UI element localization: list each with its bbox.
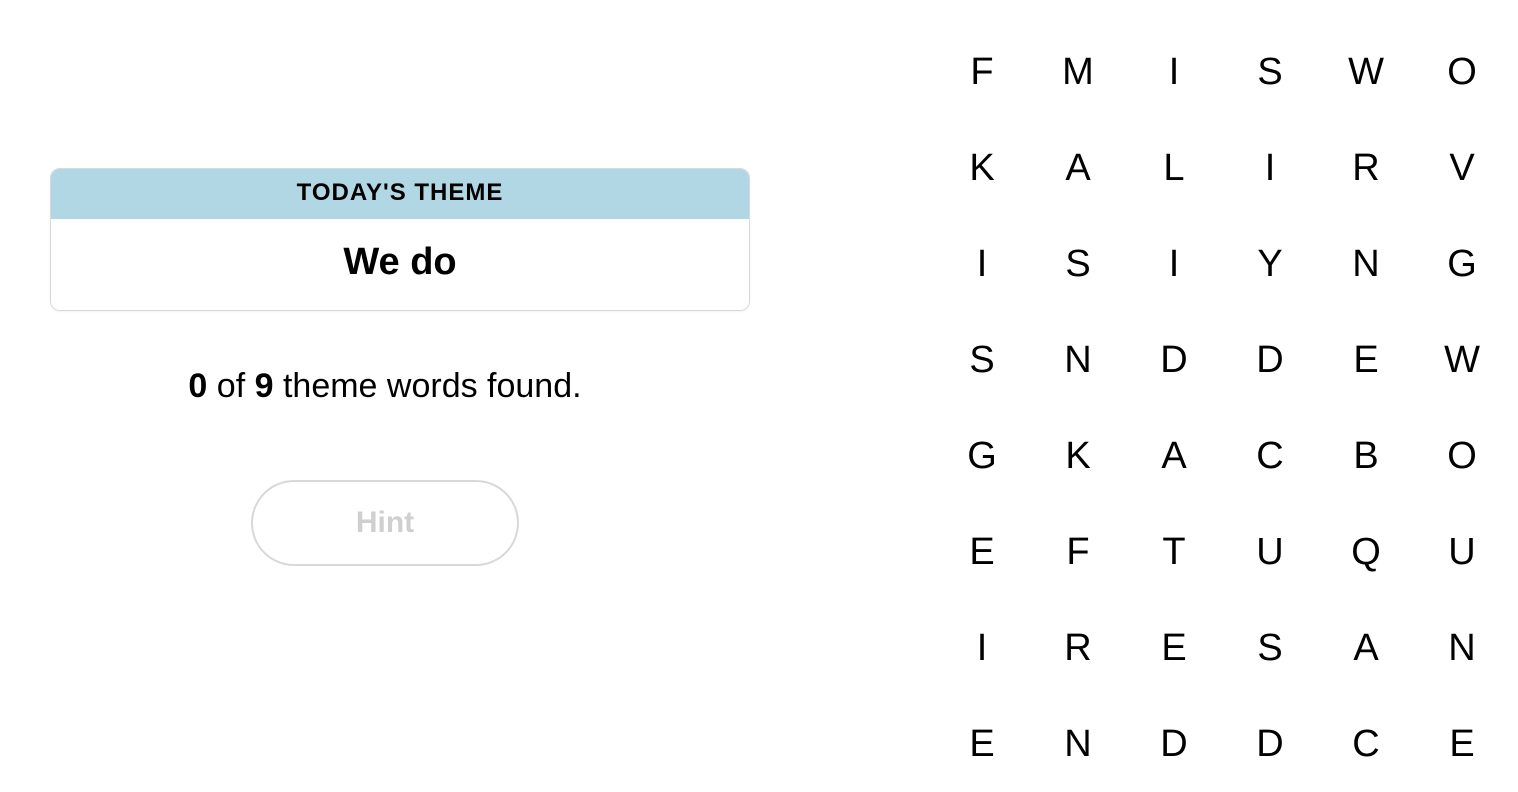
letter-cell[interactable]: E: [1414, 696, 1510, 792]
letter-cell[interactable]: Y: [1222, 216, 1318, 312]
letter-cell[interactable]: W: [1414, 312, 1510, 408]
letter-cell[interactable]: D: [1126, 696, 1222, 792]
letter-cell[interactable]: N: [1030, 696, 1126, 792]
letter-cell[interactable]: A: [1126, 408, 1222, 504]
letter-cell[interactable]: T: [1126, 504, 1222, 600]
letter-cell[interactable]: N: [1414, 600, 1510, 696]
letter-cell[interactable]: C: [1222, 408, 1318, 504]
letter-cell[interactable]: G: [1414, 216, 1510, 312]
letter-cell[interactable]: R: [1030, 600, 1126, 696]
letter-cell[interactable]: K: [1030, 408, 1126, 504]
letter-cell[interactable]: Q: [1318, 504, 1414, 600]
letter-cell[interactable]: G: [934, 408, 1030, 504]
letter-cell[interactable]: S: [1222, 24, 1318, 120]
progress-found: 0: [188, 367, 207, 405]
letter-cell[interactable]: A: [1318, 600, 1414, 696]
letter-cell[interactable]: N: [1318, 216, 1414, 312]
letter-cell[interactable]: S: [934, 312, 1030, 408]
theme-value: We do: [51, 219, 749, 310]
letter-cell[interactable]: I: [934, 216, 1030, 312]
letter-cell[interactable]: E: [1126, 600, 1222, 696]
letter-cell[interactable]: I: [1126, 24, 1222, 120]
progress-text: 0 of 9 theme words found.: [188, 367, 581, 406]
letter-cell[interactable]: O: [1414, 24, 1510, 120]
hint-button[interactable]: Hint: [251, 480, 519, 566]
letter-cell[interactable]: W: [1318, 24, 1414, 120]
letter-cell[interactable]: B: [1318, 408, 1414, 504]
letter-cell[interactable]: O: [1414, 408, 1510, 504]
letter-cell[interactable]: E: [934, 696, 1030, 792]
letter-cell[interactable]: F: [934, 24, 1030, 120]
letter-cell[interactable]: R: [1318, 120, 1414, 216]
letter-cell[interactable]: L: [1126, 120, 1222, 216]
letter-cell[interactable]: S: [1222, 600, 1318, 696]
letter-cell[interactable]: D: [1126, 312, 1222, 408]
letter-cell[interactable]: K: [934, 120, 1030, 216]
letter-cell[interactable]: D: [1222, 312, 1318, 408]
letter-cell[interactable]: M: [1030, 24, 1126, 120]
letter-cell[interactable]: I: [1126, 216, 1222, 312]
letter-cell[interactable]: U: [1414, 504, 1510, 600]
letter-cell[interactable]: N: [1030, 312, 1126, 408]
theme-header-label: TODAY'S THEME: [51, 169, 749, 219]
letter-cell[interactable]: F: [1030, 504, 1126, 600]
theme-card: TODAY'S THEME We do: [50, 168, 750, 311]
letter-cell[interactable]: C: [1318, 696, 1414, 792]
letter-cell[interactable]: A: [1030, 120, 1126, 216]
letter-cell[interactable]: S: [1030, 216, 1126, 312]
letter-cell[interactable]: U: [1222, 504, 1318, 600]
progress-total: 9: [255, 367, 274, 405]
letter-cell[interactable]: D: [1222, 696, 1318, 792]
letter-cell[interactable]: V: [1414, 120, 1510, 216]
letter-cell[interactable]: I: [1222, 120, 1318, 216]
board-panel: FMISWOKALIRVISIYNGSNDDEWGKACBOEFTUQUIRES…: [770, 0, 1518, 776]
letter-cell[interactable]: I: [934, 600, 1030, 696]
info-panel: TODAY'S THEME We do 0 of 9 theme words f…: [0, 0, 770, 776]
progress-of: of: [207, 367, 254, 405]
letter-cell[interactable]: E: [1318, 312, 1414, 408]
progress-tail: theme words found.: [274, 367, 582, 405]
letter-grid[interactable]: FMISWOKALIRVISIYNGSNDDEWGKACBOEFTUQUIRES…: [934, 24, 1518, 792]
letter-cell[interactable]: E: [934, 504, 1030, 600]
